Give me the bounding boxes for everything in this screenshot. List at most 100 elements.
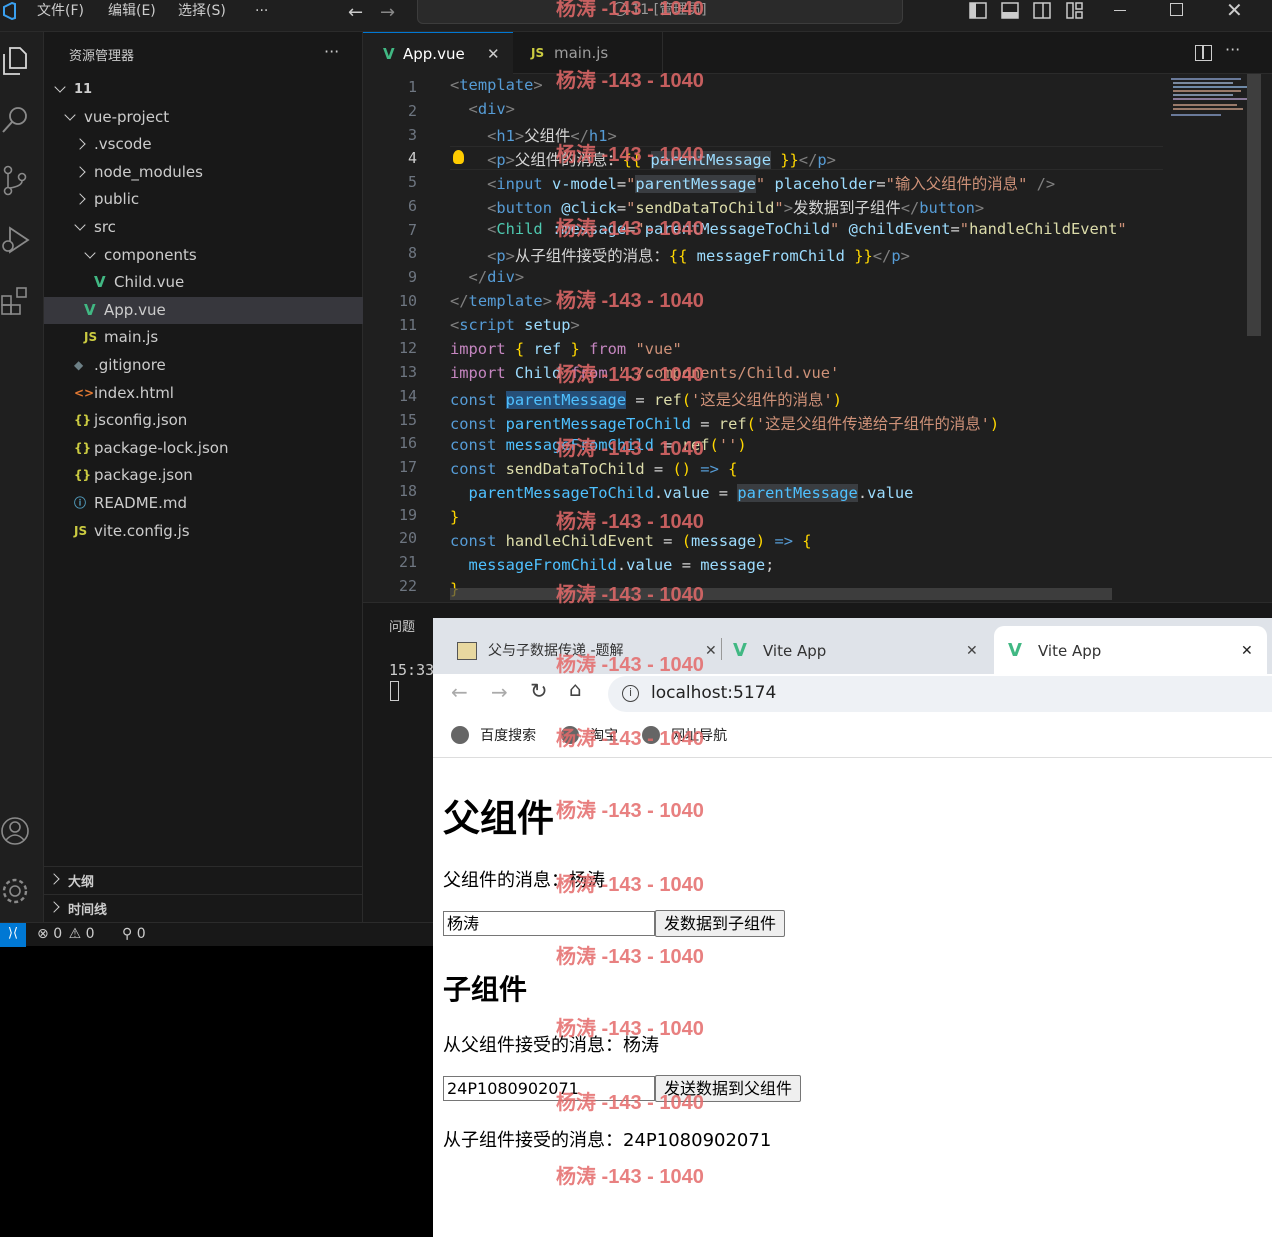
toggle-panel-icon[interactable]	[1001, 2, 1019, 20]
customize-layout-icon[interactable]	[1066, 2, 1084, 20]
tree-item[interactable]: vue-project	[44, 104, 363, 131]
tree-item[interactable]: {} package.json	[44, 462, 363, 489]
tree-item[interactable]: {} package-lock.json	[44, 435, 363, 462]
run-debug-icon[interactable]	[0, 224, 32, 256]
chevron-right-icon	[48, 873, 60, 885]
tree-item[interactable]: src	[44, 214, 363, 241]
address-bar[interactable]: i localhost:5174	[608, 676, 1272, 712]
forward-arrow-icon[interactable]: →	[380, 2, 395, 23]
tree-item[interactable]: <> index.html	[44, 380, 363, 407]
broadcast-icon: ⚲	[122, 926, 133, 942]
browser-toolbar: ← → ↻ ⌂ i localhost:5174	[433, 674, 1272, 714]
tree-item-label: package.json	[94, 466, 193, 485]
menu-edit[interactable]: 编辑(E)	[108, 0, 156, 24]
close-window-icon[interactable]: ✕	[1226, 0, 1243, 22]
menu-selection[interactable]: 选择(S)	[178, 0, 226, 24]
panel-tab-problems[interactable]: 问题	[389, 616, 415, 635]
line-number: 17	[398, 458, 417, 476]
chevron-right-icon	[74, 193, 86, 206]
vertical-scrollbar[interactable]	[1247, 74, 1261, 336]
html-file-icon: <>	[74, 385, 95, 400]
editor-more-icon[interactable]: ···	[1225, 40, 1240, 59]
line-number: 10	[398, 291, 417, 310]
tree-item[interactable]: .vscode	[44, 131, 363, 158]
watermark-text: 杨涛 -143 - 1040	[556, 290, 704, 312]
parent-message-input[interactable]: 杨涛	[443, 911, 655, 936]
menu-file[interactable]: 文件(F)	[37, 0, 84, 24]
outline-section[interactable]: 大纲	[44, 866, 363, 894]
close-tab-icon[interactable]: ✕	[705, 626, 717, 676]
js-file-icon: JS	[74, 523, 88, 538]
parent-message-label: 父组件的消息：	[443, 870, 569, 891]
site-info-icon[interactable]: i	[622, 685, 639, 702]
tree-item[interactable]: {} jsconfig.json	[44, 407, 363, 434]
terminal-cursor	[390, 681, 399, 701]
toggle-primary-sidebar-icon[interactable]	[969, 2, 987, 20]
close-tab-icon[interactable]: ✕	[966, 626, 978, 676]
browser-tab-active[interactable]: V Vite App ✕	[994, 626, 1267, 674]
account-icon[interactable]	[0, 814, 32, 846]
line-number: 9	[407, 268, 417, 286]
home-icon[interactable]: ⌂	[569, 677, 582, 701]
chevron-right-icon	[74, 166, 86, 178]
tab-app-vue[interactable]: V App.vue ✕	[363, 32, 513, 74]
explorer-more-button[interactable]: ···	[324, 42, 339, 61]
vue-file-icon: V	[84, 300, 96, 319]
line-number: 13	[398, 363, 417, 381]
timeline-section[interactable]: 时间线	[44, 894, 363, 922]
warning-count: 0	[85, 926, 95, 942]
chevron-right-icon	[74, 138, 86, 150]
git-file-icon: ◆	[74, 358, 84, 372]
maximize-icon[interactable]	[1170, 3, 1183, 16]
source-control-icon[interactable]	[0, 164, 32, 196]
code-view[interactable]: 1 2 3 4 5 6 7 8 9 10 11 12 13 14 15 16 17 18 19 20 21 22 <tem…	[363, 74, 1163, 602]
browser-tab[interactable]: V Vite App ✕	[723, 626, 993, 674]
from-child-value: 24P1080902071	[623, 1130, 772, 1151]
forward-icon[interactable]: →	[491, 680, 508, 704]
back-icon[interactable]: ←	[451, 680, 468, 704]
watermark-text: 杨涛 -143 - 1040	[556, 438, 704, 460]
tree-item[interactable]: JS main.js	[44, 324, 363, 351]
close-tab-icon[interactable]: ✕	[487, 33, 500, 75]
tree-item[interactable]: components	[44, 242, 363, 269]
line-number: 21	[398, 553, 417, 571]
tree-item[interactable]: public	[44, 186, 363, 213]
ports-status[interactable]: ⚲ 0	[122, 926, 146, 942]
tree-item[interactable]: 11	[44, 76, 363, 103]
json-file-icon: {}	[74, 413, 92, 428]
menu-more[interactable]: ···	[255, 0, 268, 24]
problems-status[interactable]: ⊗ 0 ⚠ 0	[37, 926, 95, 944]
bookmark-item[interactable]: 百度搜索	[451, 725, 536, 745]
vue-file-icon: V	[383, 45, 395, 63]
reload-icon[interactable]: ↻	[530, 679, 548, 703]
horizontal-scrollbar[interactable]	[450, 588, 1112, 600]
extensions-icon[interactable]	[0, 284, 32, 316]
line-number: 20	[398, 529, 417, 548]
editor-tabs: V App.vue ✕ JS main.js ···	[363, 32, 1272, 74]
tree-item[interactable]: JS vite.config.js	[44, 518, 363, 545]
tree-item[interactable]: node_modules	[44, 159, 363, 186]
back-arrow-icon[interactable]: ←	[348, 2, 363, 23]
settings-gear-icon[interactable]	[0, 874, 32, 906]
minimap[interactable]	[1163, 74, 1272, 602]
search-icon[interactable]	[0, 104, 32, 136]
watermark-text: 杨涛 -143 - 1040	[556, 584, 704, 606]
explorer-icon[interactable]	[0, 44, 32, 76]
ports-count: 0	[136, 926, 146, 942]
tree-item[interactable]: V Child.vue	[44, 269, 363, 296]
tree-item[interactable]: ◆ .gitignore	[44, 352, 363, 379]
minimize-icon[interactable]	[1114, 10, 1126, 11]
send-to-child-button[interactable]: 发数据到子组件	[655, 910, 786, 937]
json-file-icon: {}	[74, 440, 92, 455]
line-number: 18	[398, 481, 417, 500]
toggle-secondary-sidebar-icon[interactable]	[1033, 2, 1051, 20]
address-text: localhost:5174	[651, 683, 777, 703]
remote-button[interactable]: ⟩⟨	[0, 923, 26, 947]
split-editor-icon[interactable]	[1195, 45, 1212, 61]
tree-item[interactable]: V App.vue	[44, 296, 363, 324]
tree-item[interactable]: ⓘ README.md	[44, 490, 363, 517]
globe-icon	[451, 726, 469, 744]
tree-item-label: public	[94, 190, 140, 209]
close-tab-icon[interactable]: ✕	[1241, 626, 1253, 676]
watermark-text: 杨涛 -143 - 1040	[556, 364, 704, 386]
